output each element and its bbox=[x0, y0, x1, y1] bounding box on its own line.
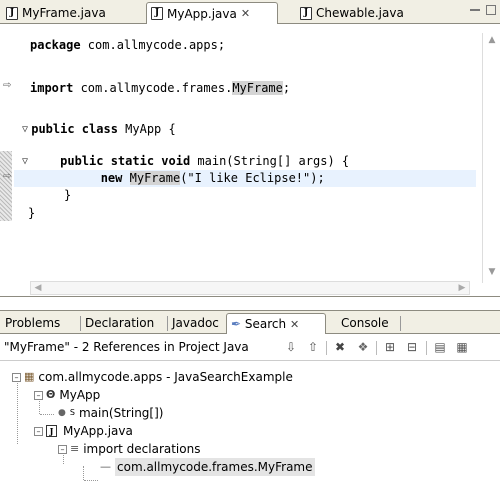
remove-all-matches-icon[interactable]: ❖ bbox=[355, 339, 371, 355]
occurrence-highlight: MyFrame bbox=[129, 171, 181, 185]
tab-declaration[interactable]: Declaration bbox=[82, 313, 157, 334]
selected-import: com.allmycode.frames.MyFrame bbox=[115, 458, 315, 476]
tree-node-file[interactable]: – J MyApp.java bbox=[34, 422, 133, 440]
code-line: } bbox=[28, 206, 36, 220]
code-area[interactable]: package com.allmycode.apps; import com.a… bbox=[14, 25, 476, 291]
scroll-left-icon[interactable]: ◀ bbox=[31, 282, 45, 294]
tab-label: Chewable.java bbox=[316, 6, 404, 20]
scroll-right-icon[interactable]: ▶ bbox=[455, 282, 469, 294]
tab-myapp-java[interactable]: J MyApp.java ✕ bbox=[146, 2, 278, 24]
tree-node-import-item[interactable]: — com.allmycode.frames.MyFrame bbox=[100, 458, 315, 476]
code-editor[interactable]: ⇨ ⇨ package com.allmycode.apps; import c… bbox=[0, 25, 500, 297]
code-line-current: new MyFrame("I like Eclipse!"); bbox=[14, 170, 476, 187]
toolbar-separator bbox=[326, 341, 327, 355]
arrow-marker-icon: ⇨ bbox=[3, 171, 12, 182]
collapse-icon[interactable]: ▽ bbox=[22, 153, 28, 170]
tab-separator bbox=[167, 316, 168, 331]
scroll-up-icon[interactable]: ▲ bbox=[485, 33, 499, 47]
tab-myframe-java[interactable]: J MyFrame.java bbox=[2, 2, 114, 24]
collapse-icon[interactable]: – bbox=[34, 426, 43, 436]
occurrence-highlight: MyFrame bbox=[232, 81, 283, 95]
tab-separator bbox=[80, 316, 81, 331]
tab-label: MyApp.java bbox=[167, 6, 237, 21]
horizontal-scrollbar[interactable]: ◀ ▶ bbox=[30, 281, 470, 295]
java-file-icon: J bbox=[46, 425, 57, 437]
tab-search[interactable]: ✒ Search ✕ bbox=[226, 313, 326, 334]
editor-gutter: ⇨ ⇨ bbox=[0, 25, 14, 291]
code-line: ▽ public static void main(String[] args)… bbox=[22, 153, 350, 170]
tree-node-package[interactable]: – ▦ com.allmycode.apps - JavaSearchExamp… bbox=[12, 368, 293, 386]
maximize-icon[interactable] bbox=[486, 5, 496, 15]
method-icon: ● bbox=[58, 408, 66, 418]
imports-icon: ≡ bbox=[70, 442, 80, 455]
tab-chewable-java[interactable]: J Chewable.java bbox=[296, 2, 426, 24]
collapse-all-icon[interactable]: ⊟ bbox=[404, 339, 420, 355]
tree-guide bbox=[40, 414, 54, 415]
tree-node-method[interactable]: ● S main(String[]) bbox=[58, 404, 163, 422]
vertical-scrollbar[interactable]: ▲ ▼ bbox=[482, 33, 500, 283]
search-pen-icon: ✒ bbox=[231, 317, 242, 331]
tab-problems[interactable]: Problems bbox=[2, 313, 63, 334]
editor-tab-bar: J MyFrame.java J MyApp.java ✕ J Chewable… bbox=[0, 0, 500, 24]
panel-tab-bar: Problems Declaration Javadoc ✒ Search ✕ … bbox=[0, 310, 500, 334]
pin-icon[interactable]: ▦ bbox=[454, 339, 470, 355]
java-file-icon: J bbox=[151, 7, 163, 20]
import-icon: — bbox=[100, 460, 111, 473]
static-modifier: S bbox=[69, 408, 75, 417]
collapse-icon[interactable]: – bbox=[58, 444, 67, 454]
window-controls bbox=[470, 5, 496, 15]
search-result-tree: – ▦ com.allmycode.apps - JavaSearchExamp… bbox=[0, 362, 500, 498]
code-line: import com.allmycode.frames.MyFrame; bbox=[30, 81, 291, 95]
code-line: package com.allmycode.apps; bbox=[30, 38, 226, 52]
tree-node-class[interactable]: – Θ MyApp bbox=[34, 386, 100, 404]
collapse-icon[interactable]: – bbox=[12, 372, 21, 382]
code-line: } bbox=[64, 188, 72, 202]
tab-javadoc[interactable]: Javadoc bbox=[169, 313, 222, 334]
expand-all-icon[interactable]: ⊞ bbox=[382, 339, 398, 355]
tree-guide bbox=[83, 466, 84, 480]
toolbar-separator bbox=[376, 341, 377, 355]
remove-match-icon[interactable]: ✖ bbox=[332, 339, 348, 355]
tab-label: MyFrame.java bbox=[22, 6, 106, 20]
collapse-icon[interactable]: ▽ bbox=[22, 121, 28, 138]
minimize-icon[interactable] bbox=[470, 5, 480, 11]
close-icon[interactable]: ✕ bbox=[290, 318, 299, 331]
search-summary: "MyFrame" - 2 References in Project Java bbox=[4, 340, 249, 354]
search-results-header: "MyFrame" - 2 References in Project Java… bbox=[0, 335, 500, 361]
class-icon: Θ bbox=[46, 388, 56, 401]
tab-separator bbox=[400, 316, 401, 331]
toolbar-separator bbox=[426, 341, 427, 355]
tree-guide bbox=[84, 480, 98, 481]
collapse-icon[interactable]: – bbox=[34, 390, 43, 400]
code-line: ▽ public class MyApp { bbox=[22, 121, 176, 138]
java-file-icon: J bbox=[6, 6, 18, 20]
arrow-marker-icon: ⇨ bbox=[3, 80, 12, 91]
java-file-icon: J bbox=[300, 6, 312, 20]
change-block-icon bbox=[0, 151, 12, 221]
package-icon: ▦ bbox=[24, 370, 35, 383]
tree-guide bbox=[17, 376, 18, 444]
next-match-icon[interactable]: ⇩ bbox=[283, 339, 299, 355]
tab-console[interactable]: Console bbox=[338, 313, 392, 334]
previous-match-icon[interactable]: ⇧ bbox=[305, 339, 321, 355]
close-icon[interactable]: ✕ bbox=[241, 7, 250, 20]
search-history-icon[interactable]: ▤ bbox=[432, 339, 448, 355]
scroll-down-icon[interactable]: ▼ bbox=[485, 265, 499, 279]
tree-node-imports[interactable]: – ≡ import declarations bbox=[58, 440, 200, 458]
